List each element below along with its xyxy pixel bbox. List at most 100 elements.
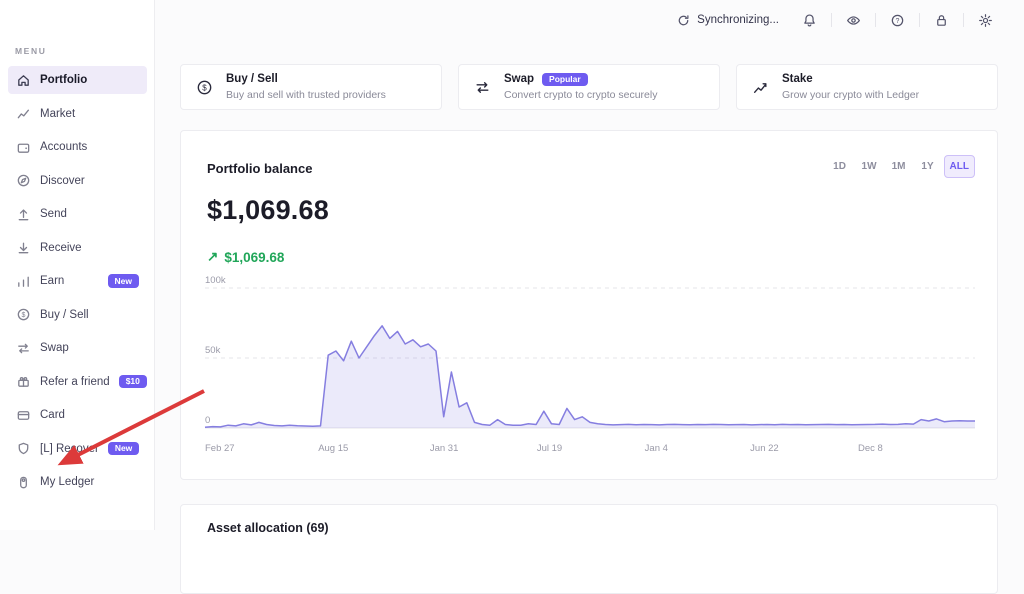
range-selector: 1D 1W 1M 1Y ALL: [827, 155, 975, 178]
portfolio-balance-title: Portfolio balance: [207, 161, 312, 176]
svg-text:?: ?: [896, 17, 900, 24]
xtick: Jan 4: [645, 443, 668, 454]
asset-allocation-title: Asset allocation (69): [207, 521, 329, 535]
chart-area-fill: [205, 326, 975, 428]
earn-icon: [16, 274, 31, 289]
card-subtitle: Buy and sell with trusted providers: [226, 90, 386, 102]
sidebar-item-label: My Ledger: [40, 476, 94, 488]
lock-icon[interactable]: [933, 12, 950, 29]
sync-icon: [677, 14, 690, 27]
chart-line: [205, 326, 975, 428]
change-arrow-icon: ↗: [207, 249, 218, 265]
balance-chart[interactable]: 100k 50k 0: [205, 283, 975, 433]
card-title: Buy / Sell: [226, 73, 386, 87]
card-title-text: Swap: [504, 73, 534, 87]
card-subtitle: Grow your crypto with Ledger: [782, 90, 919, 102]
buysell-icon: $: [16, 307, 31, 322]
sidebar-item-card[interactable]: Card: [8, 401, 147, 429]
sidebar-item-label: [L] Recover: [40, 443, 99, 455]
recover-icon: [16, 441, 31, 456]
xtick: Jun 22: [750, 443, 779, 454]
divider: [963, 13, 964, 27]
buysell-icon: $: [196, 79, 213, 96]
quick-actions-row: $ Buy / Sell Buy and sell with trusted p…: [180, 64, 998, 110]
card-subtitle: Convert crypto to crypto securely: [504, 90, 657, 102]
sidebar-item-label: Send: [40, 208, 67, 220]
portfolio-balance-value: $1,069.68: [207, 195, 329, 226]
xtick: Jul 19: [537, 443, 562, 454]
sidebar-item-label: Swap: [40, 342, 69, 354]
sidebar-item-label: Refer a friend: [40, 376, 110, 388]
sidebar-item-receive[interactable]: Receive: [8, 234, 147, 262]
sidebar-item-swap[interactable]: Swap: [8, 334, 147, 362]
xtick: Feb 27: [205, 443, 235, 454]
swap-icon: [474, 79, 491, 96]
xtick: Aug 15: [318, 443, 348, 454]
settings-icon[interactable]: [977, 12, 994, 29]
sidebar-item-refer-a-friend[interactable]: Refer a friend $10: [8, 368, 147, 396]
card-title: Swap Popular: [504, 73, 657, 87]
new-badge: New: [108, 442, 139, 456]
sidebar-nav: Portfolio Market Accounts Discover Send …: [8, 66, 147, 502]
swap-card[interactable]: Swap Popular Convert crypto to crypto se…: [458, 64, 720, 110]
accounts-icon: [16, 140, 31, 155]
card-title: Stake: [782, 73, 919, 87]
portfolio-change: ↗ $1,069.68: [207, 249, 284, 265]
sidebar-item-label: Card: [40, 409, 65, 421]
discover-icon: [16, 173, 31, 188]
help-icon[interactable]: ?: [889, 12, 906, 29]
sync-label: Synchronizing...: [697, 14, 779, 26]
range-1y[interactable]: 1Y: [915, 155, 941, 178]
sidebar: MENU Portfolio Market Accounts Discover …: [0, 0, 155, 530]
range-1d[interactable]: 1D: [827, 155, 853, 178]
sidebar-item-accounts[interactable]: Accounts: [8, 133, 147, 161]
sidebar-item-label: Earn: [40, 275, 64, 287]
range-1w[interactable]: 1W: [856, 155, 883, 178]
sidebar-item-earn[interactable]: Earn New: [8, 267, 147, 295]
sidebar-item-label: Receive: [40, 242, 82, 254]
divider: [919, 13, 920, 27]
eye-icon[interactable]: [845, 12, 862, 29]
sidebar-item-label: Discover: [40, 175, 85, 187]
new-badge: New: [108, 274, 139, 288]
swap-icon: [16, 341, 31, 356]
popular-badge: Popular: [542, 73, 588, 87]
range-all[interactable]: ALL: [944, 155, 975, 178]
sidebar-item-my-ledger[interactable]: My Ledger: [8, 468, 147, 496]
svg-text:$: $: [202, 83, 207, 92]
card-icon: [16, 408, 31, 423]
ytick-50k: 50k: [205, 345, 220, 356]
xtick: Jan 31: [430, 443, 459, 454]
sidebar-item-label: Buy / Sell: [40, 309, 89, 321]
divider: [875, 13, 876, 27]
sidebar-item-market[interactable]: Market: [8, 100, 147, 128]
sidebar-item-label: Market: [40, 108, 75, 120]
change-value: $1,069.68: [224, 250, 284, 265]
balance-chart-svg: [205, 283, 975, 433]
reward-badge: $10: [119, 375, 147, 389]
refer-icon: [16, 374, 31, 389]
buy-sell-card[interactable]: $ Buy / Sell Buy and sell with trusted p…: [180, 64, 442, 110]
topbar: Synchronizing... ?: [155, 0, 1024, 40]
sidebar-item-buy-sell[interactable]: $ Buy / Sell: [8, 301, 147, 329]
range-1m[interactable]: 1M: [886, 155, 912, 178]
chart-x-axis: Feb 27 Aug 15 Jan 31 Jul 19 Jan 4 Jun 22…: [205, 443, 975, 457]
ytick-0: 0: [205, 415, 210, 426]
sync-status[interactable]: Synchronizing...: [677, 14, 779, 27]
sidebar-item-label: Accounts: [40, 141, 87, 153]
sidebar-item-discover[interactable]: Discover: [8, 167, 147, 195]
bell-icon[interactable]: [801, 12, 818, 29]
market-icon: [16, 106, 31, 121]
sidebar-item-recover[interactable]: [L] Recover New: [8, 435, 147, 463]
xtick: Dec 8: [858, 443, 883, 454]
receive-icon: [16, 240, 31, 255]
divider: [831, 13, 832, 27]
send-icon: [16, 207, 31, 222]
sidebar-item-send[interactable]: Send: [8, 200, 147, 228]
ytick-100k: 100k: [205, 275, 226, 286]
sidebar-item-label: Portfolio: [40, 74, 87, 86]
sidebar-item-portfolio[interactable]: Portfolio: [8, 66, 147, 94]
asset-allocation-card: Asset allocation (69): [180, 504, 998, 594]
stake-card[interactable]: Stake Grow your crypto with Ledger: [736, 64, 998, 110]
svg-text:$: $: [22, 312, 26, 319]
